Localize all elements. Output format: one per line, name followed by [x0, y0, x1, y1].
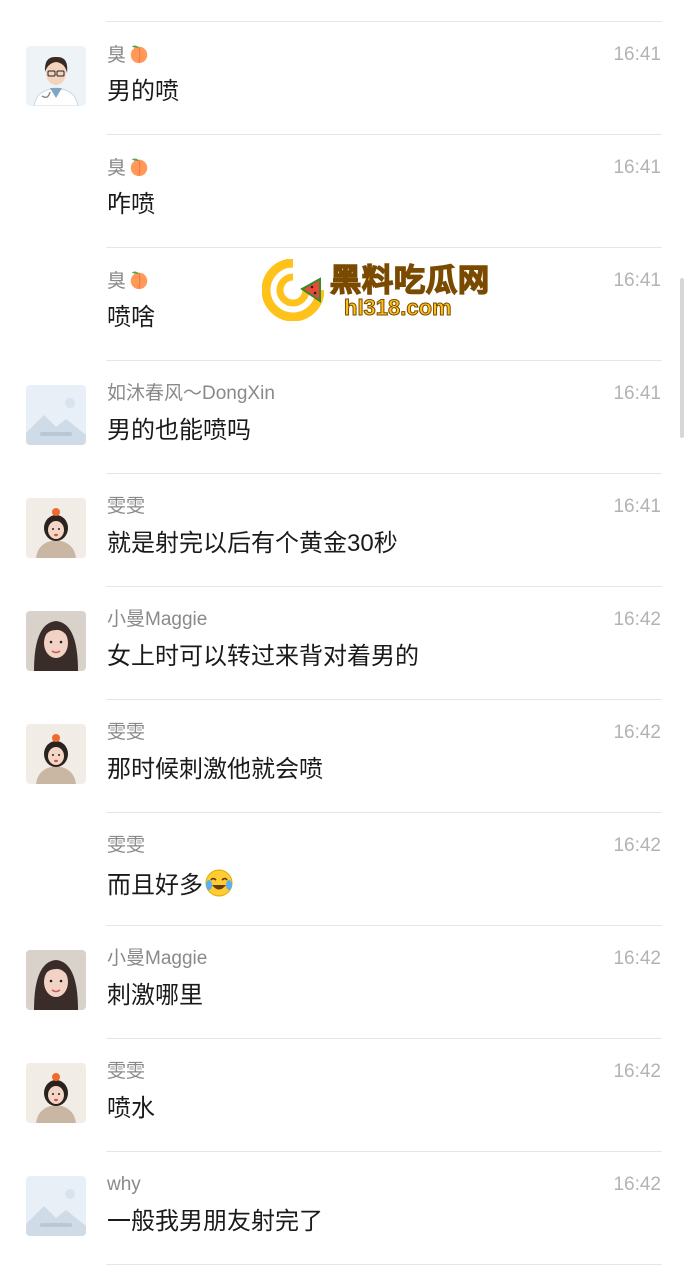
message-row[interactable]: 雯雯 16:41 就是射完以后有个黄金30秒	[0, 473, 688, 586]
message-text[interactable]: 女上时可以转过来背对着男的	[107, 641, 419, 673]
sender-name: 小曼Maggie	[107, 609, 208, 630]
message-time: 16:41	[613, 157, 661, 178]
message-time: 16:42	[613, 1174, 661, 1195]
message-row[interactable]: 小曼Maggie 16:42 刺激哪里	[0, 925, 688, 1038]
message-text[interactable]: 就是射完以后有个黄金30秒	[107, 528, 398, 560]
girl-avatar[interactable]	[26, 1063, 86, 1123]
message-text[interactable]: 喷啥	[107, 302, 155, 334]
scrollbar[interactable]	[680, 278, 684, 438]
peach-icon	[130, 158, 148, 177]
message-text[interactable]: 咋喷	[107, 189, 155, 221]
message-time: 16:42	[613, 609, 661, 630]
message-row[interactable]: 臭 16:41 咋喷	[0, 134, 688, 247]
message-time: 16:41	[613, 383, 661, 404]
message-text[interactable]: 喷水	[107, 1093, 155, 1125]
girl-avatar[interactable]	[26, 724, 86, 784]
message-time: 16:42	[613, 835, 661, 856]
placeholder-avatar[interactable]	[26, 385, 86, 445]
sender-name: 雯雯	[107, 722, 146, 743]
message-time: 16:41	[613, 44, 661, 65]
message-time: 16:42	[613, 948, 661, 969]
message-row[interactable]: 如沐春风～DongXin 16:41 男的也能喷吗	[0, 360, 688, 473]
message-time: 16:42	[613, 722, 661, 743]
chat-message-list: 臭 16:41 男的喷 臭 16:41 咋喷 臭 16:41 喷啥 如沐春风～D…	[0, 0, 688, 1280]
message-divider	[106, 1264, 662, 1265]
message-time: 16:41	[613, 496, 661, 517]
sender-name: 雯雯	[107, 496, 146, 517]
peach-icon	[130, 45, 148, 64]
message-row[interactable]: 雯雯 16:42 喷水	[0, 1038, 688, 1151]
message-text[interactable]: 刺激哪里	[107, 980, 203, 1012]
sender-name: 小曼Maggie	[107, 948, 208, 969]
message-time: 16:41	[613, 270, 661, 291]
message-time: 16:42	[613, 1061, 661, 1082]
sender-name: 雯雯	[107, 835, 146, 856]
woman-avatar[interactable]	[26, 950, 86, 1010]
placeholder-avatar[interactable]	[26, 1176, 86, 1236]
message-row[interactable]: 雯雯 16:42 而且好多	[0, 812, 688, 925]
message-row[interactable]: 小曼Maggie 16:42 女上时可以转过来背对着男的	[0, 586, 688, 699]
message-row[interactable]: 臭 16:41 男的喷	[0, 21, 688, 134]
sender-name: 臭	[107, 156, 150, 181]
message-text[interactable]: 而且好多	[107, 867, 235, 902]
sender-name: 臭	[107, 269, 150, 294]
girl-avatar[interactable]	[26, 498, 86, 558]
message-row[interactable]: 臭 16:41 喷啥	[0, 247, 688, 360]
sender-name: 雯雯	[107, 1061, 146, 1082]
doctor-avatar[interactable]	[26, 46, 86, 106]
message-row[interactable]: why 16:42 一般我男朋友射完了	[0, 1151, 688, 1264]
sender-name: why	[107, 1174, 141, 1195]
sender-name: 如沐春风～DongXin	[107, 383, 275, 404]
woman-avatar[interactable]	[26, 611, 86, 671]
message-text[interactable]: 那时候刺激他就会喷	[107, 754, 323, 786]
peach-icon	[130, 271, 148, 290]
message-text[interactable]: 男的也能喷吗	[107, 415, 251, 447]
laughing-crying-icon	[205, 869, 233, 897]
message-text[interactable]: 一般我男朋友射完了	[107, 1206, 323, 1238]
message-text[interactable]: 男的喷	[107, 76, 179, 108]
sender-name: 臭	[107, 43, 150, 68]
message-row[interactable]: 雯雯 16:42 那时候刺激他就会喷	[0, 699, 688, 812]
